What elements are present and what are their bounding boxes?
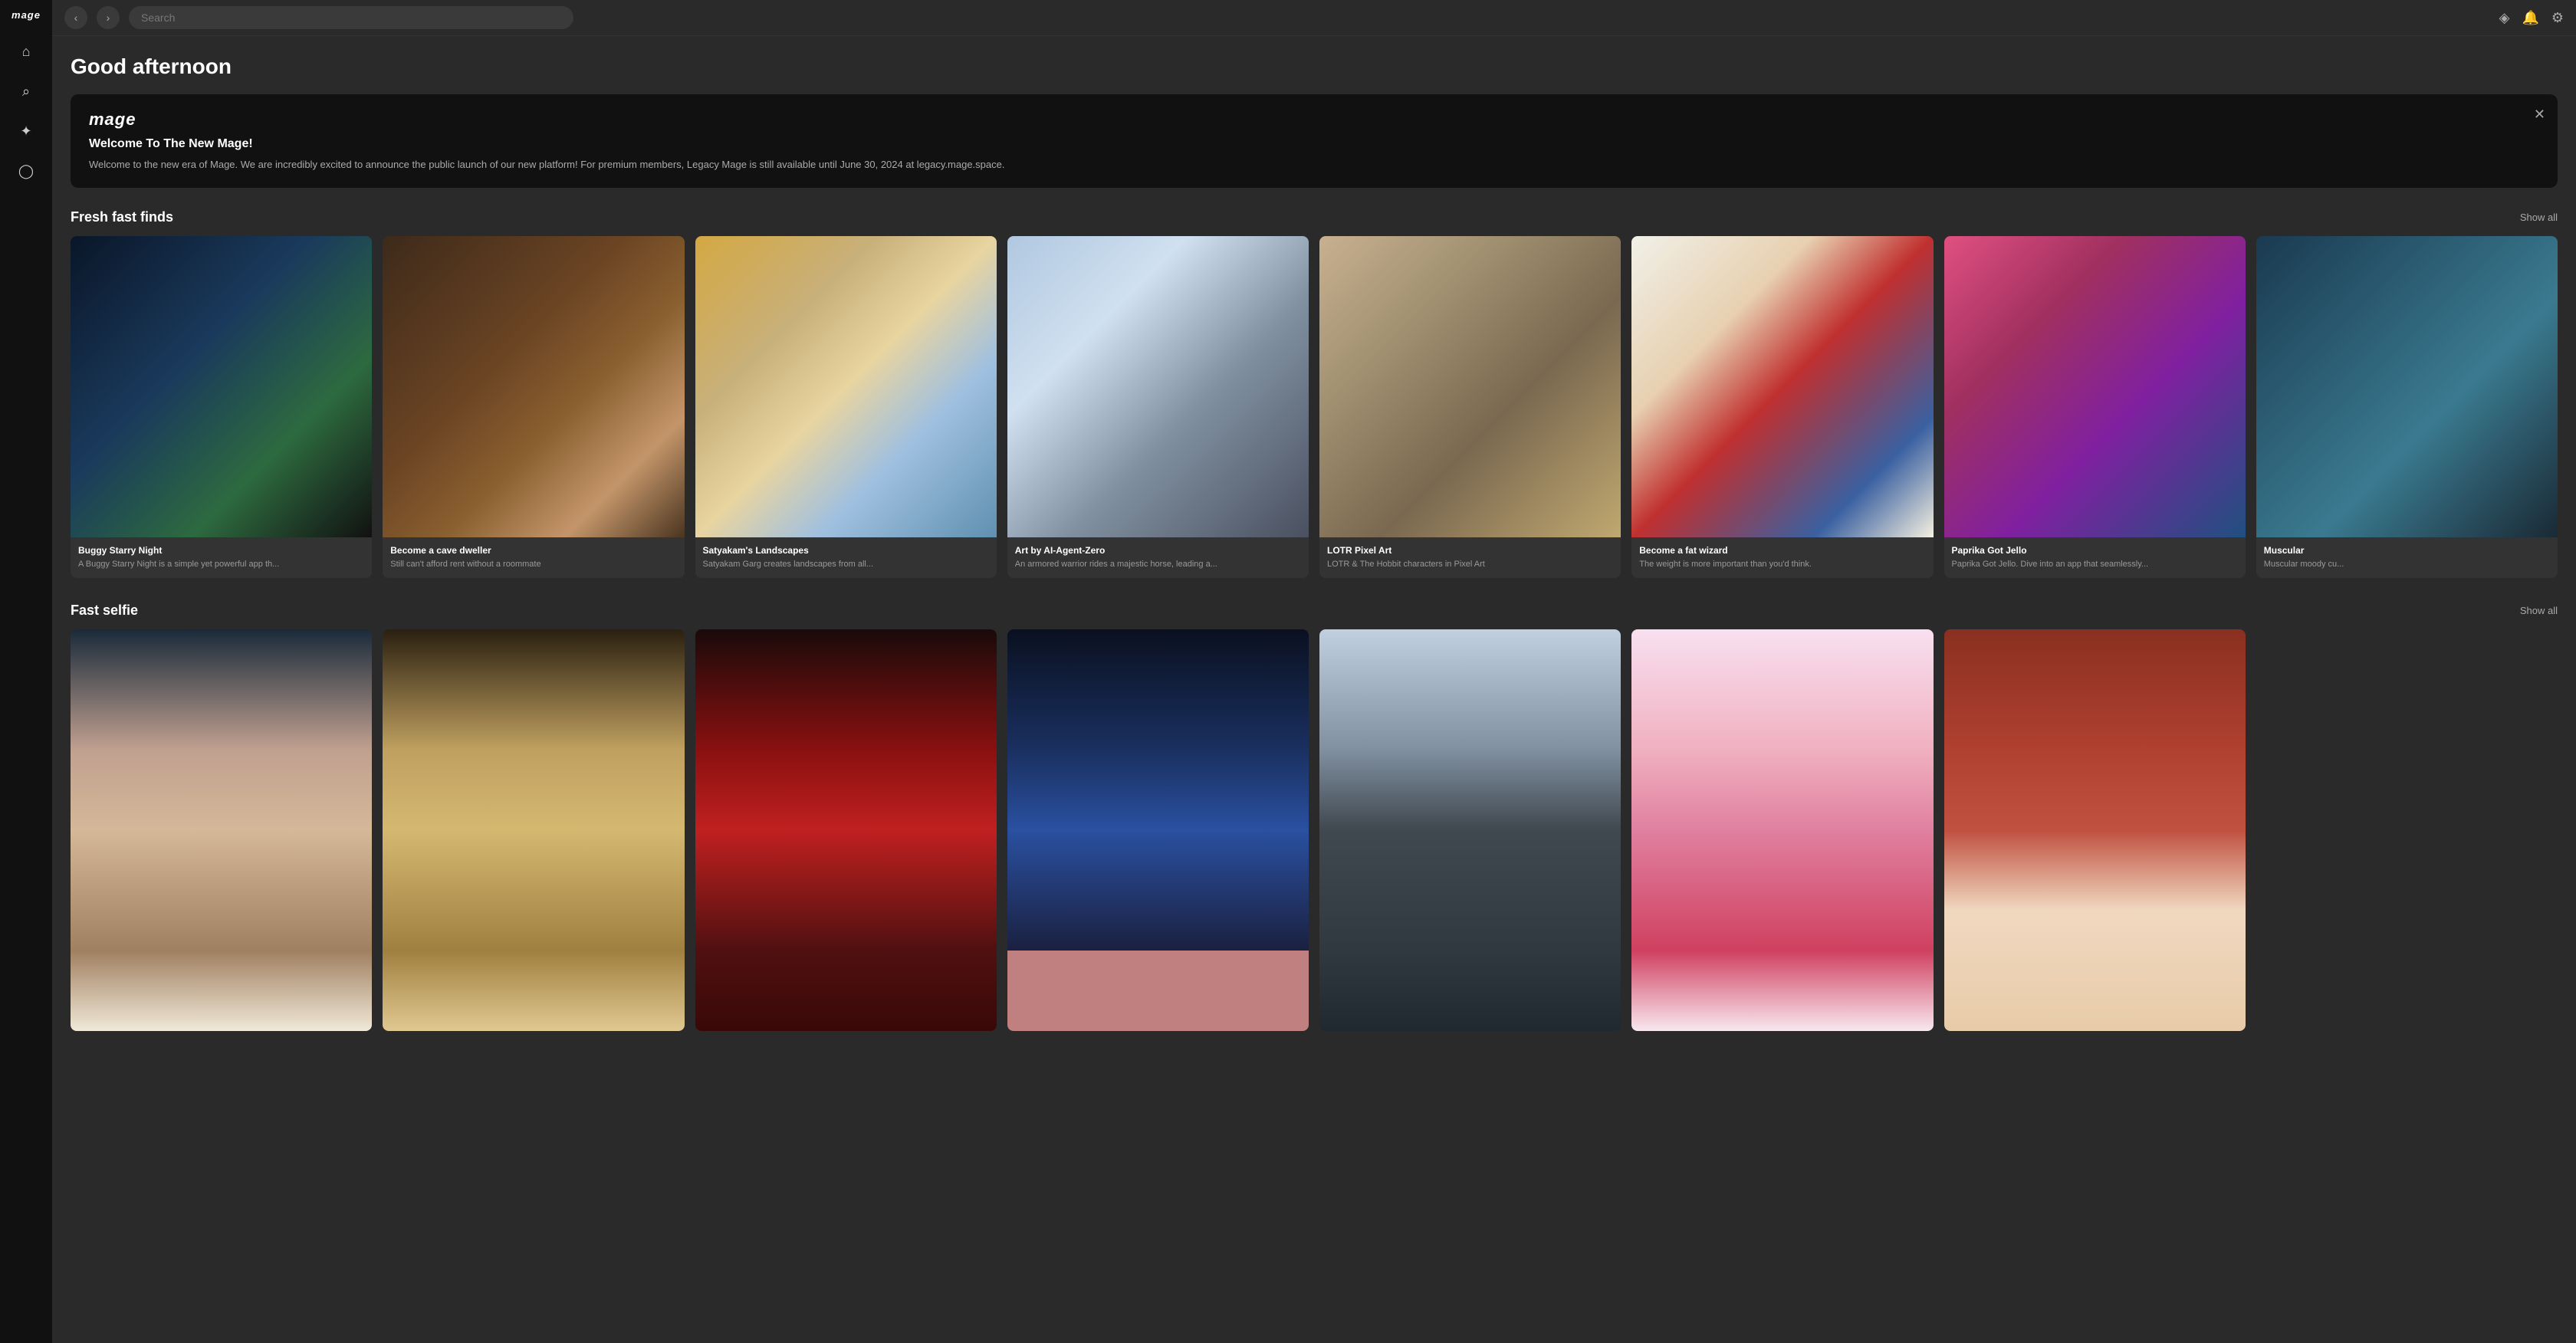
selfie-card-2[interactable] xyxy=(383,629,684,1031)
settings-icon[interactable] xyxy=(2551,10,2564,26)
selfie-image-ironman xyxy=(695,629,997,1031)
back-icon: ‹ xyxy=(74,11,78,24)
card-image-landscape xyxy=(695,236,997,537)
selfie-cards-grid xyxy=(71,629,2558,1031)
card-info-jello: Paprika Got Jello Paprika Got Jello. Div… xyxy=(1944,537,2246,578)
card-muscular[interactable]: Muscular Muscular moody cu... xyxy=(2256,236,2558,579)
banner-logo: mage xyxy=(89,110,2539,130)
discord-icon[interactable]: ◈ xyxy=(2499,10,2510,26)
fresh-show-all-button[interactable]: Show all xyxy=(2520,212,2558,223)
card-desc-muscular: Muscular moody cu... xyxy=(2264,559,2550,570)
banner-title: Welcome To The New Mage! xyxy=(89,137,2539,151)
selfie-section-title: Fast selfie xyxy=(71,603,138,619)
selfie-image-anime xyxy=(1631,629,1933,1031)
selfie-card-keanu[interactable] xyxy=(1007,629,1309,1031)
selfie-card-anime[interactable] xyxy=(1631,629,1933,1031)
selfie-section-header: Fast selfie Show all xyxy=(71,603,2558,619)
card-title-warrior: Art by AI-Agent-Zero xyxy=(1015,545,1301,556)
card-info-wizard: Become a fat wizard The weight is more i… xyxy=(1631,537,1933,578)
card-info-landscape: Satyakam's Landscapes Satyakam Garg crea… xyxy=(695,537,997,578)
card-info-buggy: Buggy Starry Night A Buggy Starry Night … xyxy=(71,537,372,578)
topbar: ‹ › ◈ 🔔 xyxy=(52,0,2576,36)
sidebar-item-profile[interactable] xyxy=(17,162,35,180)
card-image-cave xyxy=(383,236,684,537)
sidebar-item-search[interactable] xyxy=(17,82,35,100)
fresh-section-title: Fresh fast finds xyxy=(71,209,173,225)
welcome-banner: mage Welcome To The New Mage! Welcome to… xyxy=(71,94,2558,188)
forward-button[interactable]: › xyxy=(97,6,120,29)
card-buggy-starry-night[interactable]: Buggy Starry Night A Buggy Starry Night … xyxy=(71,236,372,579)
sidebar-logo[interactable]: mage xyxy=(12,9,41,21)
sidebar: mage xyxy=(0,0,52,1343)
selfie-card-athlete[interactable] xyxy=(1319,629,1621,1031)
bell-icon[interactable]: 🔔 xyxy=(2522,10,2538,26)
sidebar-item-home[interactable] xyxy=(17,42,35,61)
card-info-muscular: Muscular Muscular moody cu... xyxy=(2256,537,2558,578)
greeting-text: Good afternoon xyxy=(71,54,2558,79)
card-title-cave: Become a cave dweller xyxy=(390,545,676,556)
card-landscapes[interactable]: Satyakam's Landscapes Satyakam Garg crea… xyxy=(695,236,997,579)
card-info-lotr: LOTR Pixel Art LOTR & The Hobbit charact… xyxy=(1319,537,1621,578)
card-desc-buggy: A Buggy Starry Night is a simple yet pow… xyxy=(78,559,364,570)
card-desc-cave: Still can't afford rent without a roomma… xyxy=(390,559,676,570)
card-title-landscape: Satyakam's Landscapes xyxy=(703,545,989,556)
selfie-card-1[interactable] xyxy=(71,629,372,1031)
sidebar-item-generate[interactable] xyxy=(17,122,35,140)
card-info-warrior: Art by AI-Agent-Zero An armored warrior … xyxy=(1007,537,1309,578)
selfie-card-professor[interactable] xyxy=(1944,629,2246,1031)
card-cave-dweller[interactable]: Become a cave dweller Still can't afford… xyxy=(383,236,684,579)
card-paprika[interactable]: Paprika Got Jello Paprika Got Jello. Div… xyxy=(1944,236,2246,579)
selfie-image-1 xyxy=(71,629,372,1031)
card-fat-wizard[interactable]: Become a fat wizard The weight is more i… xyxy=(1631,236,1933,579)
card-image-wizard xyxy=(1631,236,1933,537)
card-image-lotr xyxy=(1319,236,1621,537)
search-input[interactable] xyxy=(129,6,573,29)
card-title-muscular: Muscular xyxy=(2264,545,2550,556)
selfie-image-keanu xyxy=(1007,629,1309,1031)
card-image-warrior xyxy=(1007,236,1309,537)
selfie-show-all-button[interactable]: Show all xyxy=(2520,605,2558,616)
topbar-right: ◈ 🔔 xyxy=(2499,10,2564,26)
card-title-jello: Paprika Got Jello xyxy=(1952,545,2238,556)
card-image-muscular xyxy=(2256,236,2558,537)
back-button[interactable]: ‹ xyxy=(64,6,87,29)
selfie-image-professor xyxy=(1944,629,2246,1031)
banner-close-button[interactable]: ✕ xyxy=(2534,107,2545,123)
card-desc-wizard: The weight is more important than you'd … xyxy=(1639,559,1925,570)
banner-text: Welcome to the new era of Mage. We are i… xyxy=(89,157,2539,172)
selfie-image-athlete xyxy=(1319,629,1621,1031)
card-image-buggy xyxy=(71,236,372,537)
card-title-buggy: Buggy Starry Night xyxy=(78,545,364,556)
card-desc-lotr: LOTR & The Hobbit characters in Pixel Ar… xyxy=(1327,559,1613,570)
card-ai-agent-zero[interactable]: Art by AI-Agent-Zero An armored warrior … xyxy=(1007,236,1309,579)
card-desc-warrior: An armored warrior rides a majestic hors… xyxy=(1015,559,1301,570)
card-title-lotr: LOTR Pixel Art xyxy=(1327,545,1613,556)
main-content: ‹ › ◈ 🔔 Good afternoon mage Welcome To T… xyxy=(52,0,2576,1343)
fresh-section-header: Fresh fast finds Show all xyxy=(71,209,2558,225)
card-lotr[interactable]: LOTR Pixel Art LOTR & The Hobbit charact… xyxy=(1319,236,1621,579)
selfie-card-ironman[interactable] xyxy=(695,629,997,1031)
card-title-wizard: Become a fat wizard xyxy=(1639,545,1925,556)
selfie-image-2 xyxy=(383,629,684,1031)
content-area: Good afternoon mage Welcome To The New M… xyxy=(52,36,2576,1343)
forward-icon: › xyxy=(107,11,110,24)
fresh-cards-grid: Buggy Starry Night A Buggy Starry Night … xyxy=(71,236,2558,579)
card-desc-landscape: Satyakam Garg creates landscapes from al… xyxy=(703,559,989,570)
card-image-jello xyxy=(1944,236,2246,537)
card-info-cave: Become a cave dweller Still can't afford… xyxy=(383,537,684,578)
card-desc-jello: Paprika Got Jello. Dive into an app that… xyxy=(1952,559,2238,570)
